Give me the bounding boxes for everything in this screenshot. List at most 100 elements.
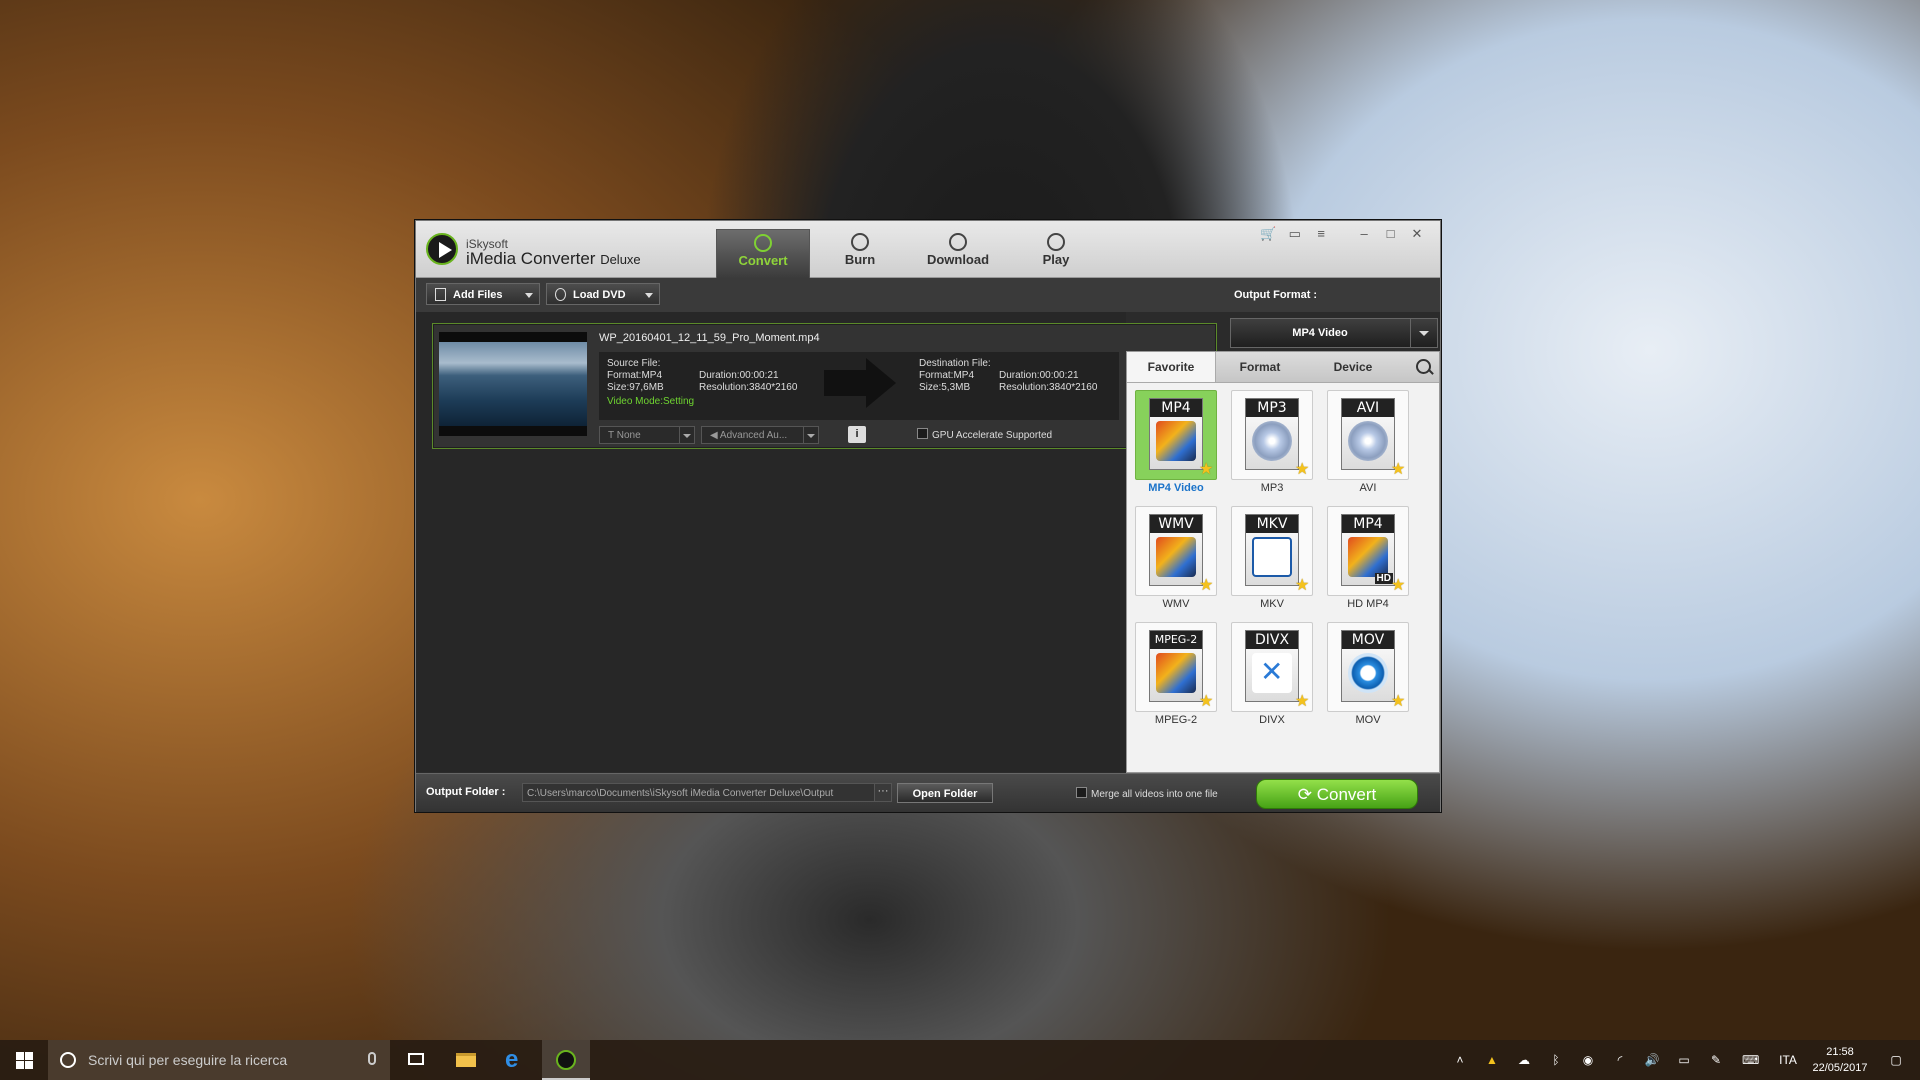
- format-name: AVI: [1359, 482, 1377, 494]
- chevron-down-icon[interactable]: [645, 293, 653, 298]
- star-icon[interactable]: ★: [1391, 694, 1405, 710]
- taskbar: Scrivi qui per eseguire la ricerca e ˄ ▲…: [0, 1040, 1920, 1080]
- browse-button[interactable]: ···: [874, 783, 892, 802]
- format-mp4-video[interactable]: MP4 ★ MP4 Video: [1135, 390, 1217, 500]
- star-icon[interactable]: ★: [1391, 462, 1405, 478]
- format-wmv[interactable]: WMV ★ WMV: [1135, 506, 1217, 616]
- format-mkv[interactable]: MKV ★ MKV: [1231, 506, 1313, 616]
- convert-button[interactable]: ⟳ Convert: [1256, 779, 1418, 809]
- close-icon[interactable]: ✕: [1406, 226, 1428, 242]
- avi-file-icon: AVI: [1341, 398, 1395, 470]
- tab-device[interactable]: Device: [1305, 352, 1401, 382]
- format-avi[interactable]: AVI ★ AVI: [1327, 390, 1409, 500]
- volume-icon[interactable]: 🔊: [1644, 1052, 1660, 1068]
- merge-option[interactable]: Merge all videos into one file: [1076, 787, 1218, 800]
- chevron-down-icon[interactable]: [679, 427, 694, 443]
- chevron-up-icon[interactable]: ˄: [1452, 1052, 1468, 1068]
- notifications-icon[interactable]: ▢: [1888, 1052, 1904, 1068]
- tab-download[interactable]: Download: [912, 229, 1004, 277]
- bluetooth-icon[interactable]: ᛒ: [1548, 1052, 1564, 1068]
- chevron-down-icon[interactable]: [803, 427, 818, 443]
- keyboard-icon[interactable]: ⌨: [1742, 1052, 1759, 1068]
- chevron-down-icon[interactable]: [1410, 319, 1437, 347]
- load-dvd-button[interactable]: Load DVD: [546, 283, 660, 305]
- brand-main: iMedia Converter: [466, 249, 596, 268]
- star-icon[interactable]: ★: [1199, 462, 1213, 478]
- cortana-icon: [60, 1052, 76, 1068]
- output-folder-input[interactable]: C:\Users\marco\Documents\iSkysoft iMedia…: [522, 783, 876, 802]
- tab-format[interactable]: Format: [1215, 352, 1305, 382]
- dest-format: Format:MP4: [919, 370, 975, 381]
- star-icon[interactable]: ★: [1295, 694, 1309, 710]
- star-icon[interactable]: ★: [1391, 578, 1405, 594]
- pen-icon[interactable]: ✎: [1708, 1052, 1724, 1068]
- title-bar: iSkysoft iMedia Converter Deluxe Convert…: [416, 221, 1440, 278]
- menu-icon[interactable]: ≡: [1310, 226, 1332, 241]
- star-icon[interactable]: ★: [1199, 578, 1213, 594]
- gpu-checkbox[interactable]: [917, 428, 928, 439]
- record-icon[interactable]: ◉: [1580, 1052, 1596, 1068]
- format-mp3[interactable]: MP3 ★ MP3: [1231, 390, 1313, 500]
- subtitle-select[interactable]: T None: [599, 426, 695, 444]
- footer-bar: Output Folder : C:\Users\marco\Documents…: [416, 773, 1440, 812]
- onedrive-icon[interactable]: ☁: [1516, 1052, 1532, 1068]
- divx-file-icon: DIVX ✕: [1245, 630, 1299, 702]
- download-icon: [949, 233, 967, 251]
- format-name: MOV: [1355, 714, 1381, 726]
- format-name: MP3: [1260, 482, 1284, 494]
- cart-icon[interactable]: 🛒: [1257, 226, 1279, 242]
- edge-icon[interactable]: e: [492, 1040, 540, 1080]
- subtitle-value: None: [616, 430, 641, 441]
- microphone-icon[interactable]: [368, 1052, 376, 1065]
- video-mode-link[interactable]: Video Mode:Setting: [607, 396, 694, 407]
- format-hd-mp4[interactable]: MP4 HD ★ HD MP4: [1327, 506, 1409, 616]
- file-item[interactable]: WP_20160401_12_11_59_Pro_Moment.mp4 Sour…: [432, 323, 1217, 449]
- minimize-icon[interactable]: –: [1353, 226, 1375, 241]
- windows-start-button[interactable]: [0, 1040, 48, 1080]
- search-icon[interactable]: [1416, 359, 1431, 374]
- tab-convert[interactable]: Convert: [716, 229, 810, 278]
- toolbar: Add Files Load DVD: [416, 278, 1226, 312]
- dest-resolution: Resolution:3840*2160: [999, 382, 1098, 393]
- system-tray: ˄ ▲ ☁ ᛒ ◉ ◜ 🔊 ▭ ✎ ⌨ ITA 21:58 22/05/2017…: [1420, 1040, 1920, 1080]
- gpu-accelerate[interactable]: GPU Accelerate Supported: [917, 428, 1052, 441]
- tab-burn[interactable]: Burn: [814, 229, 906, 277]
- star-icon[interactable]: ★: [1295, 462, 1309, 478]
- task-view-icon[interactable]: [392, 1040, 440, 1080]
- clock[interactable]: 21:58 22/05/2017: [1808, 1044, 1872, 1076]
- star-icon[interactable]: ★: [1295, 578, 1309, 594]
- source-resolution: Resolution:3840*2160: [699, 382, 798, 393]
- file-explorer-icon[interactable]: [442, 1040, 490, 1080]
- output-format-select[interactable]: MP4 Video: [1230, 318, 1438, 348]
- format-name: DIVX: [1259, 714, 1285, 726]
- chat-icon[interactable]: ▭: [1284, 226, 1306, 242]
- format-panel-tabs: Favorite Format Device: [1127, 352, 1439, 383]
- tab-play[interactable]: Play: [1010, 229, 1102, 277]
- chevron-down-icon[interactable]: [525, 293, 533, 298]
- star-icon[interactable]: ★: [1199, 694, 1213, 710]
- imedia-converter-taskbar-icon[interactable]: [542, 1040, 590, 1080]
- language-indicator[interactable]: ITA: [1776, 1052, 1800, 1068]
- source-label: Source File:: [607, 358, 661, 369]
- info-button[interactable]: i: [848, 426, 866, 443]
- open-folder-button[interactable]: Open Folder: [897, 783, 993, 803]
- format-mov[interactable]: MOV ★ MOV: [1327, 622, 1409, 732]
- refresh-icon: [754, 234, 772, 252]
- wifi-icon[interactable]: ◜: [1612, 1052, 1628, 1068]
- clock-time: 21:58: [1826, 1046, 1854, 1058]
- audio-select[interactable]: ◀ Advanced Au...: [701, 426, 819, 444]
- maximize-icon[interactable]: □: [1380, 226, 1402, 241]
- google-drive-icon[interactable]: ▲: [1484, 1052, 1500, 1068]
- format-mpeg2[interactable]: MPEG-2 ★ MPEG-2: [1135, 622, 1217, 732]
- battery-icon[interactable]: ▭: [1676, 1052, 1692, 1068]
- file-name: WP_20160401_12_11_59_Pro_Moment.mp4: [599, 332, 820, 344]
- tab-favorite[interactable]: Favorite: [1127, 352, 1216, 382]
- app-logo-icon: [426, 233, 458, 265]
- add-files-button[interactable]: Add Files: [426, 283, 540, 305]
- taskbar-search[interactable]: Scrivi qui per eseguire la ricerca: [48, 1040, 390, 1080]
- merge-checkbox[interactable]: [1076, 787, 1087, 798]
- hd-mp4-file-icon: MP4 HD: [1341, 514, 1395, 586]
- format-name: MPEG-2: [1154, 714, 1198, 726]
- format-divx[interactable]: DIVX ✕ ★ DIVX: [1231, 622, 1313, 732]
- video-thumbnail[interactable]: [439, 332, 587, 436]
